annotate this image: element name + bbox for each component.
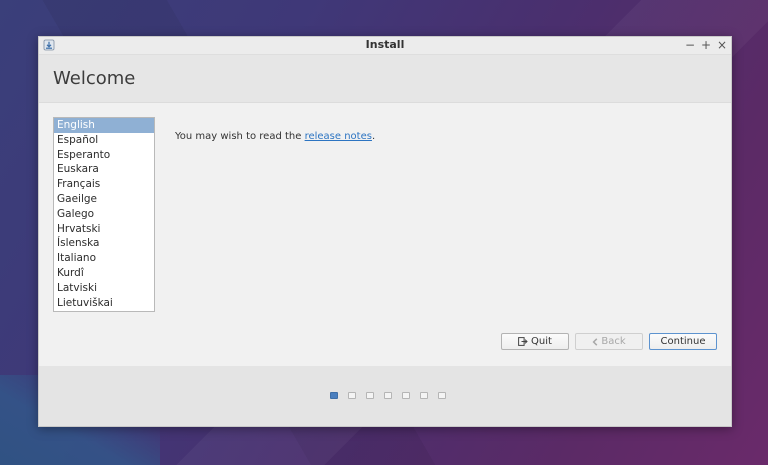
language-list-item[interactable]: Euskara: [54, 162, 154, 177]
quit-icon: [518, 337, 528, 346]
close-icon[interactable]: ×: [717, 37, 727, 54]
language-list-item[interactable]: Gaeilge: [54, 192, 154, 207]
continue-label: Continue: [660, 336, 706, 347]
installer-window: Install − + × Welcome English Español Espe…: [38, 36, 732, 427]
language-list-item[interactable]: Galego: [54, 207, 154, 222]
quit-button[interactable]: Quit: [501, 333, 569, 350]
progress-dot: [402, 392, 410, 399]
language-list-item[interactable]: Íslenska: [54, 236, 154, 251]
progress-dot: [366, 392, 374, 399]
language-list-item[interactable]: Kurdî: [54, 266, 154, 281]
language-list-item[interactable]: Español: [54, 133, 154, 148]
page-header: Welcome: [39, 55, 731, 103]
titlebar[interactable]: Install − + ×: [39, 37, 731, 55]
language-list-item[interactable]: Latviski: [54, 281, 154, 296]
main-content: English Español Esperanto Euskara Français Ga…: [39, 103, 731, 366]
quit-label: Quit: [531, 336, 552, 347]
release-notes-text: You may wish to read the release notes.: [175, 131, 375, 142]
progress-dot: [348, 392, 356, 399]
language-list[interactable]: English Español Esperanto Euskara Français Ga…: [53, 117, 155, 312]
back-label: Back: [601, 336, 626, 347]
progress-footer: [39, 366, 731, 426]
chevron-left-icon: [592, 337, 598, 346]
maximize-icon[interactable]: +: [701, 37, 711, 54]
language-list-item[interactable]: Français: [54, 177, 154, 192]
language-list-item[interactable]: Esperanto: [54, 148, 154, 163]
language-list-item[interactable]: Lietuviškai: [54, 296, 154, 311]
page-title: Welcome: [53, 68, 136, 89]
window-title: Install: [365, 38, 405, 51]
progress-dot: [438, 392, 446, 399]
progress-dot: [330, 392, 338, 399]
back-button[interactable]: Back: [575, 333, 643, 350]
window-controls: − + ×: [685, 37, 727, 54]
minimize-icon[interactable]: −: [685, 37, 695, 54]
continue-button[interactable]: Continue: [649, 333, 717, 350]
release-notes-suffix: .: [371, 131, 376, 142]
progress-dot: [384, 392, 392, 399]
progress-dot: [420, 392, 428, 399]
release-notes-prefix: You may wish to read the: [175, 131, 305, 142]
language-list-item[interactable]: English: [54, 118, 154, 133]
progress-dots: [330, 392, 446, 399]
language-list-item[interactable]: Hrvatski: [54, 222, 154, 237]
language-list-item[interactable]: Italiano: [54, 251, 154, 266]
release-notes-link[interactable]: release notes: [305, 131, 372, 142]
